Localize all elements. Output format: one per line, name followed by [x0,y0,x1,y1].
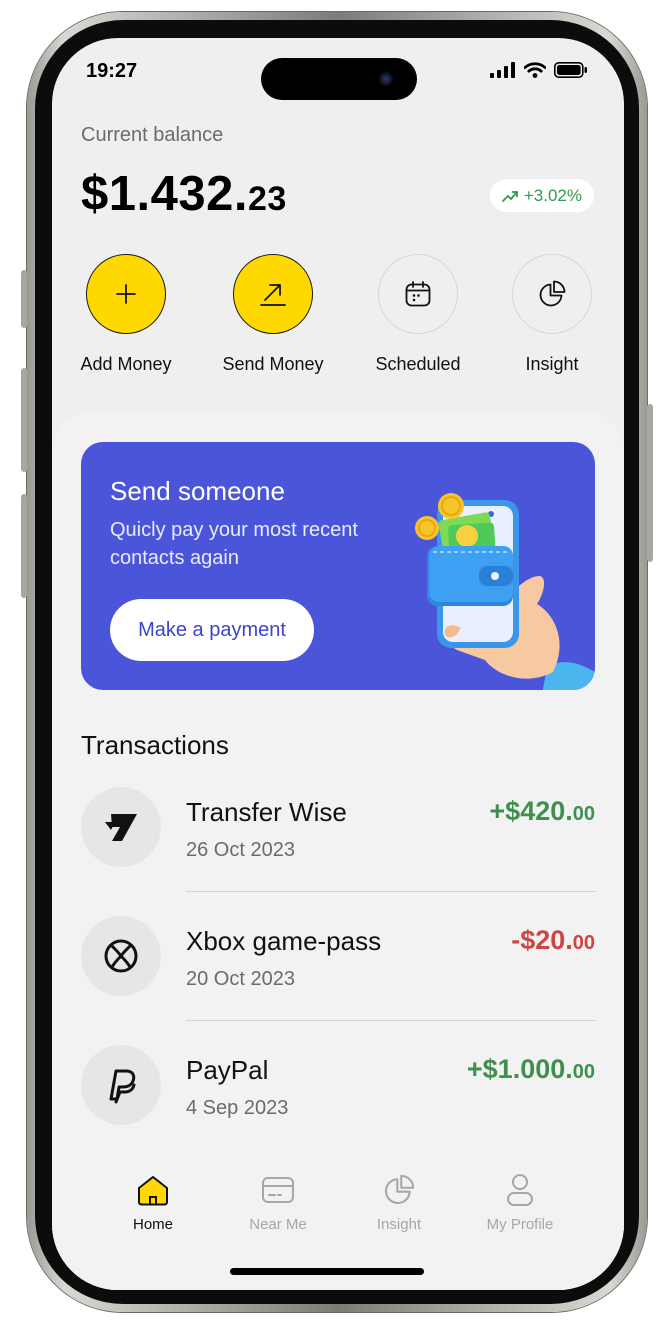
trend-up-icon [501,190,518,202]
transaction-amount-minor: 00 [572,1061,595,1083]
transaction-amount: +$1.000.00 [467,1054,595,1085]
volume-down-button [21,494,27,598]
power-button [647,404,653,562]
transaction-name: Transfer Wise [186,797,347,827]
transaction-date: 4 Sep 2023 [186,1097,289,1119]
plus-icon [116,284,136,304]
dynamic-island [261,58,417,100]
transaction-amount: +$420.00 [489,796,595,827]
calendar-icon [405,281,431,307]
card-icon [218,1172,338,1208]
transaction-amount-major: +$1.000. [466,1054,573,1084]
action-button [21,270,27,328]
pie-chart-icon [539,280,566,307]
nav-home[interactable]: Home [93,1172,213,1233]
wise-logo-icon [81,787,161,867]
transaction-date: 26 Oct 2023 [186,839,295,861]
status-time: 19:27 [86,60,138,82]
balance-amount-minor: 23 [248,180,287,218]
insight-label: Insight [525,354,579,374]
home-icon [93,1172,213,1208]
insight-circle[interactable] [512,254,592,334]
balance-change-badge: +3.02% [489,179,594,212]
battery-icon [554,62,587,78]
make-payment-button[interactable]: Make a payment [110,599,314,661]
transactions-list: Transfer Wise 26 Oct 2023 +$420.00 Xbox … [81,787,595,1174]
wifi-icon [524,62,546,78]
pie-chart-icon [339,1172,459,1208]
home-indicator[interactable] [230,1268,424,1275]
add-money-circle[interactable] [86,254,166,334]
balance-label: Current balance [81,124,224,146]
transaction-name: PayPal [186,1055,269,1085]
scheduled-circle[interactable] [378,254,458,334]
nav-near-me[interactable]: Near Me [218,1172,338,1233]
status-icons [490,62,588,78]
divider [186,891,595,892]
xbox-logo-icon [81,916,161,996]
nav-home-label: Home [132,1216,173,1233]
signal-icon [490,62,515,78]
add-money-label: Add Money [80,354,172,374]
transactions-title: Transactions [81,730,229,760]
camera-icon [379,72,393,86]
nav-my-profile[interactable]: My Profile [460,1172,580,1233]
add-money-button[interactable]: Add Money [56,254,196,375]
nav-near-me-label: Near Me [249,1216,307,1233]
transaction-name: Xbox game-pass [186,926,382,956]
transaction-amount-minor: 00 [572,803,595,825]
balance-amount: $1.432.23 [81,166,287,222]
nav-my-profile-label: My Profile [486,1216,554,1233]
insight-button[interactable]: Insight [482,254,622,375]
transaction-amount-minor: 00 [572,932,595,954]
send-money-circle[interactable] [233,254,313,334]
send-someone-card[interactable]: Send someone Quicly pay your most recent… [81,442,595,690]
wallet-phone-illustration [415,493,595,690]
transaction-date: 20 Oct 2023 [186,968,295,990]
balance-change-value: +3.02% [523,185,582,205]
transaction-amount-major: -$20. [511,925,573,955]
app-screen: 19:27 Current balance $1.432.23 +3.02% A… [52,38,624,1290]
balance-amount-major: $1.432. [81,167,248,221]
user-icon [460,1172,580,1208]
scheduled-label: Scheduled [375,354,461,374]
volume-up-button [21,368,27,472]
send-money-button[interactable]: Send Money [203,254,343,375]
arrow-up-right-icon [260,284,286,306]
transaction-row[interactable]: Transfer Wise 26 Oct 2023 +$420.00 [81,787,595,916]
quick-actions: Add Money Send Money Scheduled Insight [52,254,624,384]
nav-insight-label: Insight [376,1216,422,1233]
divider [186,1020,595,1021]
transaction-amount-major: +$420. [489,796,573,826]
transaction-amount: -$20.00 [511,925,595,956]
send-money-label: Send Money [222,354,324,374]
scheduled-button[interactable]: Scheduled [348,254,488,375]
nav-insight[interactable]: Insight [339,1172,459,1233]
transaction-row[interactable]: Xbox game-pass 20 Oct 2023 -$20.00 [81,916,595,1045]
promo-title: Send someone [110,476,285,506]
paypal-logo-icon [81,1045,161,1125]
